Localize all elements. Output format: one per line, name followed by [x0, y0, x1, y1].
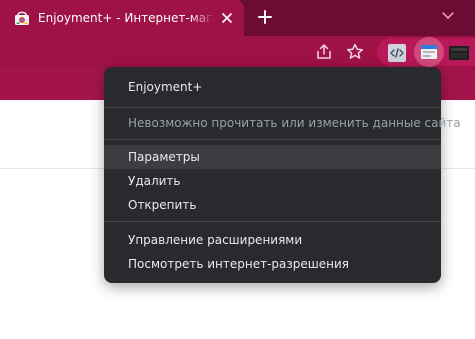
menu-item-extension-title[interactable]: Enjoyment+: [104, 75, 441, 99]
plus-icon[interactable]: [255, 7, 275, 27]
address-bar[interactable]: [0, 36, 300, 68]
enjoyment-extension-button[interactable]: [414, 37, 444, 67]
menu-item-unpin[interactable]: Открепить: [104, 193, 441, 217]
active-tab[interactable]: Enjoyment+ - Интернет-магазин Chrome: [0, 0, 244, 36]
menu-separator: [104, 139, 441, 140]
chevron-down-icon[interactable]: [437, 7, 459, 25]
menu-item-remove[interactable]: Удалить: [104, 169, 441, 193]
menu-item-permission-note: Невозможно прочитать или изменить данные…: [128, 116, 461, 130]
browser-window: Enjoyment+ - Интернет-магазин Chrome: [0, 0, 475, 339]
chrome-web-store-icon: [15, 11, 29, 25]
dark-extension-icon[interactable]: [448, 42, 470, 64]
extension-context-menu: Enjoyment+ Невозможно прочитать или изме…: [104, 67, 461, 283]
menu-item-manage-extensions[interactable]: Управление расширениями: [104, 228, 441, 252]
tab-strip: Enjoyment+ - Интернет-магазин Chrome: [0, 0, 475, 36]
menu-item-options[interactable]: Параметры: [104, 145, 441, 169]
close-icon[interactable]: [218, 9, 236, 27]
enjoyment-extension-icon: [421, 45, 437, 59]
code-extension-icon[interactable]: [386, 42, 408, 64]
share-icon[interactable]: [312, 40, 336, 64]
menu-separator: [104, 221, 441, 222]
star-icon[interactable]: [343, 40, 367, 64]
tab-title: Enjoyment+ - Интернет-магазин Chrome: [38, 11, 216, 25]
menu-separator: [104, 107, 441, 108]
menu-item-view-permissions[interactable]: Посмотреть интернет-разрешения: [104, 252, 441, 276]
